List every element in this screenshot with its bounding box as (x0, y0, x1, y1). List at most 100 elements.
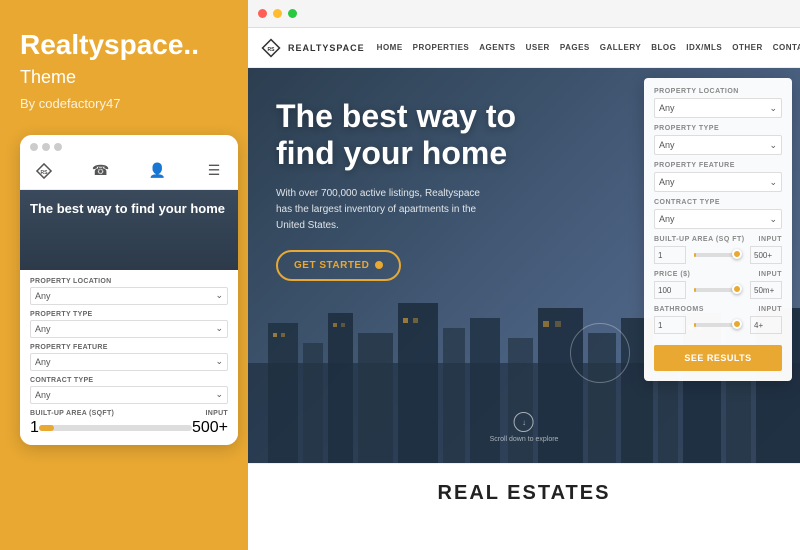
bathrooms-min-input[interactable]: 1 (654, 316, 686, 334)
nav-idx[interactable]: IDX/MLS (686, 43, 722, 52)
bathrooms-max-val: 4+ (754, 321, 763, 330)
nav-contact[interactable]: CONTACT (773, 43, 800, 52)
hero-title: The best way to find your home (276, 98, 556, 172)
mobile-area-slider[interactable] (39, 425, 192, 431)
price-header: PRICE ($) INPUT (654, 271, 782, 281)
area-slider-thumb[interactable] (732, 249, 742, 259)
mobile-field-feature: PROPERTY FEATURE Any ⌄ (30, 344, 228, 371)
window-minimize-dot[interactable] (273, 9, 282, 18)
footer-title: REAL ESTATES (438, 482, 611, 505)
search-field-bathrooms: BATHROOMS INPUT 1 4+ (654, 306, 782, 334)
mobile-select-feature[interactable]: Any ⌄ (30, 353, 228, 371)
nav-gallery[interactable]: GALLERY (600, 43, 641, 52)
site-logo-text: REALTYSPACE (288, 43, 365, 53)
cta-dot (375, 261, 383, 269)
search-select-feature[interactable]: Any ⌄ (654, 172, 782, 192)
bathrooms-range-row: 1 4+ (654, 316, 782, 334)
area-range-row: 1 500+ (654, 246, 782, 264)
mobile-menu-icon: ☰ (204, 161, 224, 181)
mobile-mockup: RS ☎ 👤 ☰ The best way to find your home … (20, 135, 238, 445)
search-field-location: PROPERTY LOCATION Any ⌄ (654, 88, 782, 118)
price-max-val: 50m+ (754, 286, 774, 295)
nav-other[interactable]: OTHER (732, 43, 763, 52)
mobile-top-bar: RS ☎ 👤 ☰ (20, 135, 238, 190)
area-max-input[interactable]: 500+ (750, 246, 782, 264)
scroll-arrow-icon: ↓ (522, 418, 526, 427)
nav-agents[interactable]: AGENTS (479, 43, 515, 52)
nav-pages[interactable]: PAGES (560, 43, 590, 52)
nav-blog[interactable]: BLOG (651, 43, 676, 52)
mobile-select-feature-value: Any (35, 357, 51, 367)
nav-properties[interactable]: PROPERTIES (413, 43, 470, 52)
svg-text:RS: RS (41, 170, 49, 176)
bathrooms-slider-thumb[interactable] (732, 319, 742, 329)
price-min-input[interactable]: 100 (654, 281, 686, 299)
price-slider-thumb[interactable] (732, 284, 742, 294)
price-max-input[interactable]: 50m+ (750, 281, 782, 299)
area-slider-fill (694, 253, 696, 257)
mobile-nav-icons: RS ☎ 👤 ☰ (30, 159, 228, 183)
svg-text:RS: RS (268, 47, 276, 53)
site-nav: RS REALTYSPACE HOME PROPERTIES AGENTS US… (248, 28, 800, 68)
mobile-select-contract[interactable]: Any ⌄ (30, 386, 228, 404)
desktop-mockup: RS REALTYSPACE HOME PROPERTIES AGENTS US… (248, 0, 800, 550)
mobile-dot-1 (30, 143, 38, 151)
mobile-field-area: BUILT-UP AREA (SQFT) INPUT 1 500+ (30, 410, 228, 437)
nav-user[interactable]: USER (526, 43, 550, 52)
window-maximize-dot[interactable] (288, 9, 297, 18)
scroll-indicator: ↓ Scroll down to explore (490, 412, 559, 443)
search-panel: PROPERTY LOCATION Any ⌄ PROPERTY TYPE An… (644, 78, 792, 381)
mobile-select-type[interactable]: Any ⌄ (30, 320, 228, 338)
search-feature-value: Any (659, 177, 675, 187)
see-results-button[interactable]: SEE RESULTS (654, 345, 782, 371)
theme-title: Realtyspace.. (20, 30, 228, 61)
footer-bar: REAL ESTATES (248, 463, 800, 523)
mobile-dot-3 (54, 143, 62, 151)
search-label-contract: CONTRACT TYPE (654, 199, 782, 206)
search-field-type: PROPERTY TYPE Any ⌄ (654, 125, 782, 155)
search-field-feature: PROPERTY FEATURE Any ⌄ (654, 162, 782, 192)
mobile-logo-icon: RS (34, 161, 54, 181)
search-field-area: BUILT-UP AREA (SQ FT) INPUT 1 500+ (654, 236, 782, 264)
area-max-val: 500+ (754, 251, 772, 260)
mobile-field-contract: CONTRACT TYPE Any ⌄ (30, 377, 228, 404)
search-select-contract[interactable]: Any ⌄ (654, 209, 782, 229)
mobile-field-type: PROPERTY TYPE Any ⌄ (30, 311, 228, 338)
search-field-contract: CONTRACT TYPE Any ⌄ (654, 199, 782, 229)
theme-author: By codefactory47 (20, 96, 228, 111)
mobile-area-max-value: 500+ (192, 419, 228, 436)
mobile-select-location[interactable]: Any ⌄ (30, 287, 228, 305)
mobile-area-slider-fill (39, 425, 54, 431)
mobile-area-min[interactable]: 1 (30, 419, 39, 437)
area-min-input[interactable]: 1 (654, 246, 686, 264)
nav-home[interactable]: HOME (377, 43, 403, 52)
search-label-location: PROPERTY LOCATION (654, 88, 782, 95)
window-close-dot[interactable] (258, 9, 267, 18)
search-label-price: PRICE ($) (654, 271, 690, 278)
price-slider-track[interactable] (694, 288, 742, 292)
mobile-area-inputs: 1 500+ (30, 419, 228, 437)
bathrooms-slider-track[interactable] (694, 323, 742, 327)
site-logo[interactable]: RS REALTYSPACE (260, 37, 365, 59)
site-logo-icon: RS (260, 37, 282, 59)
mobile-label-contract: CONTRACT TYPE (30, 377, 228, 384)
mobile-area-min-value: 1 (30, 419, 39, 436)
mobile-select-location-value: Any (35, 291, 51, 301)
search-select-type[interactable]: Any ⌄ (654, 135, 782, 155)
mobile-area-max[interactable]: 500+ (192, 419, 228, 437)
search-bathrooms-input-label: INPUT (759, 306, 783, 313)
chevron-down-icon-4: ⌄ (769, 214, 777, 225)
chevron-down-icon: ⌄ (769, 103, 777, 114)
site-nav-items: HOME PROPERTIES AGENTS USER PAGES GALLER… (377, 43, 800, 52)
search-select-location[interactable]: Any ⌄ (654, 98, 782, 118)
area-slider-track[interactable] (694, 253, 742, 257)
hero-section: The best way to find your home With over… (248, 68, 800, 463)
mobile-input-label: INPUT (206, 410, 229, 417)
bathrooms-max-input[interactable]: 4+ (750, 316, 782, 334)
search-location-value: Any (659, 103, 675, 113)
price-slider-fill (694, 288, 696, 292)
hero-description: With over 700,000 active listings, Realt… (276, 186, 496, 234)
get-started-button[interactable]: GET STARTED (276, 250, 401, 281)
area-header: BUILT-UP AREA (SQ FT) INPUT (654, 236, 782, 246)
search-field-price: PRICE ($) INPUT 100 50m+ (654, 271, 782, 299)
